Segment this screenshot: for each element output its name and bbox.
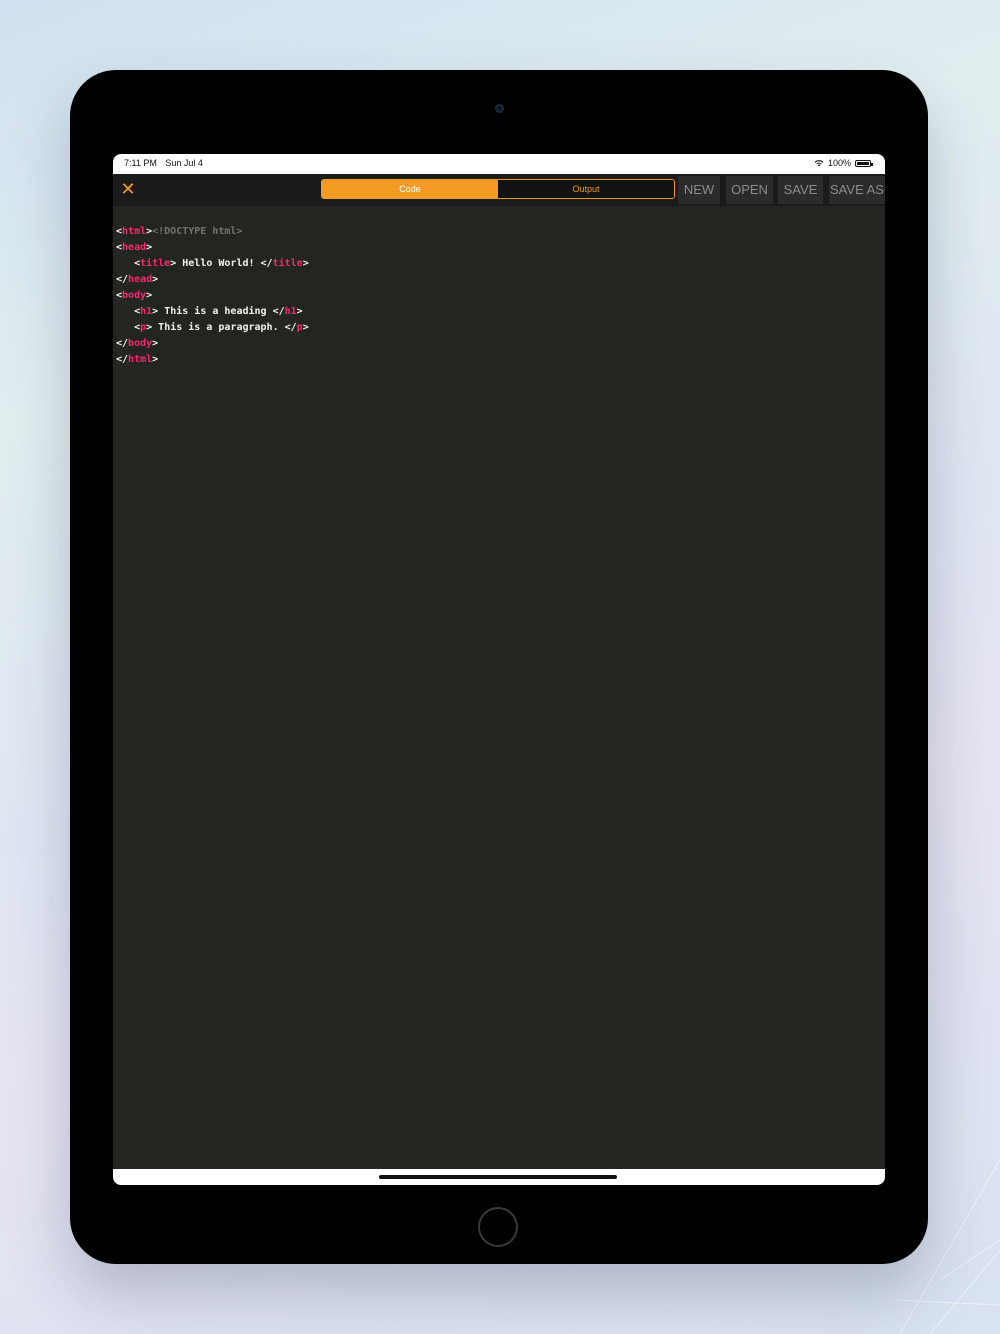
view-switcher: Code Output [321, 179, 675, 199]
code-editor[interactable]: <!DOCTYPE html> <html> <head> <title> He… [113, 206, 885, 1169]
bracket: </ [116, 274, 129, 285]
wifi-icon [814, 160, 824, 167]
bracket: > [146, 226, 153, 237]
open-button[interactable]: OPEN [726, 176, 773, 204]
tag-name: h1 [284, 306, 297, 317]
home-indicator-area [113, 1169, 885, 1185]
save-button[interactable]: SAVE [778, 176, 823, 204]
tag-name: html [122, 226, 147, 237]
new-button[interactable]: NEW [678, 176, 720, 204]
code-line: <!DOCTYPE html> [113, 206, 885, 237]
text-content: Hello World! [176, 258, 261, 269]
code-line: <body> [113, 288, 885, 304]
code-line: </html> [113, 352, 885, 368]
status-time: 7:11 PM [124, 158, 157, 168]
bracket: > [146, 290, 153, 301]
bracket: </ [116, 354, 129, 365]
status-right: 100% [814, 158, 873, 168]
tag-name: html [128, 354, 153, 365]
home-indicator[interactable] [379, 1175, 617, 1179]
toolbar: ✕ Code Output NEW OPEN SAVE SAVE AS [113, 174, 885, 206]
bracket: </ [260, 258, 273, 269]
bracket: > [152, 338, 159, 349]
tag-name: head [128, 274, 153, 285]
bracket: > [146, 242, 153, 253]
battery-icon [855, 159, 873, 167]
code-line: </body> [113, 336, 885, 352]
code-line: <title> Hello World! </title> [113, 256, 885, 272]
bracket: > [302, 258, 309, 269]
tag-name: title [272, 258, 303, 269]
text-content: This is a paragraph. [152, 322, 285, 333]
code-line: <head> [113, 240, 885, 256]
battery-percent: 100% [827, 158, 851, 168]
tab-code[interactable]: Code [322, 180, 498, 198]
tag-name: h1 [140, 306, 153, 317]
code-line: <h1> This is a heading </h1> [113, 304, 885, 320]
bracket: </ [284, 322, 297, 333]
tab-output[interactable]: Output [498, 180, 674, 198]
app-screen: 7:11 PM Sun Jul 4 100% ✕ Code Output NEW… [113, 154, 885, 1185]
bracket: </ [116, 338, 129, 349]
tag-name: head [122, 242, 147, 253]
bracket: > [152, 274, 159, 285]
bracket: > [296, 306, 303, 317]
camera-icon [495, 104, 504, 113]
tag-name: title [140, 258, 171, 269]
status-date: Sun Jul 4 [165, 158, 203, 168]
save-as-button[interactable]: SAVE AS [829, 176, 885, 204]
code-line: </head> [113, 272, 885, 288]
bracket: > [302, 322, 309, 333]
bracket: > [152, 354, 159, 365]
tag-name: body [128, 338, 153, 349]
status-bar: 7:11 PM Sun Jul 4 100% [113, 154, 885, 174]
doctype-token: <!DOCTYPE html> [152, 226, 243, 237]
bracket: </ [272, 306, 285, 317]
code-line: <p> This is a paragraph. </p> [113, 320, 885, 336]
close-icon[interactable]: ✕ [119, 180, 137, 198]
home-button[interactable] [478, 1207, 518, 1247]
tag-name: body [122, 290, 147, 301]
text-content: This is a heading [158, 306, 273, 317]
status-left: 7:11 PM Sun Jul 4 [124, 158, 209, 168]
